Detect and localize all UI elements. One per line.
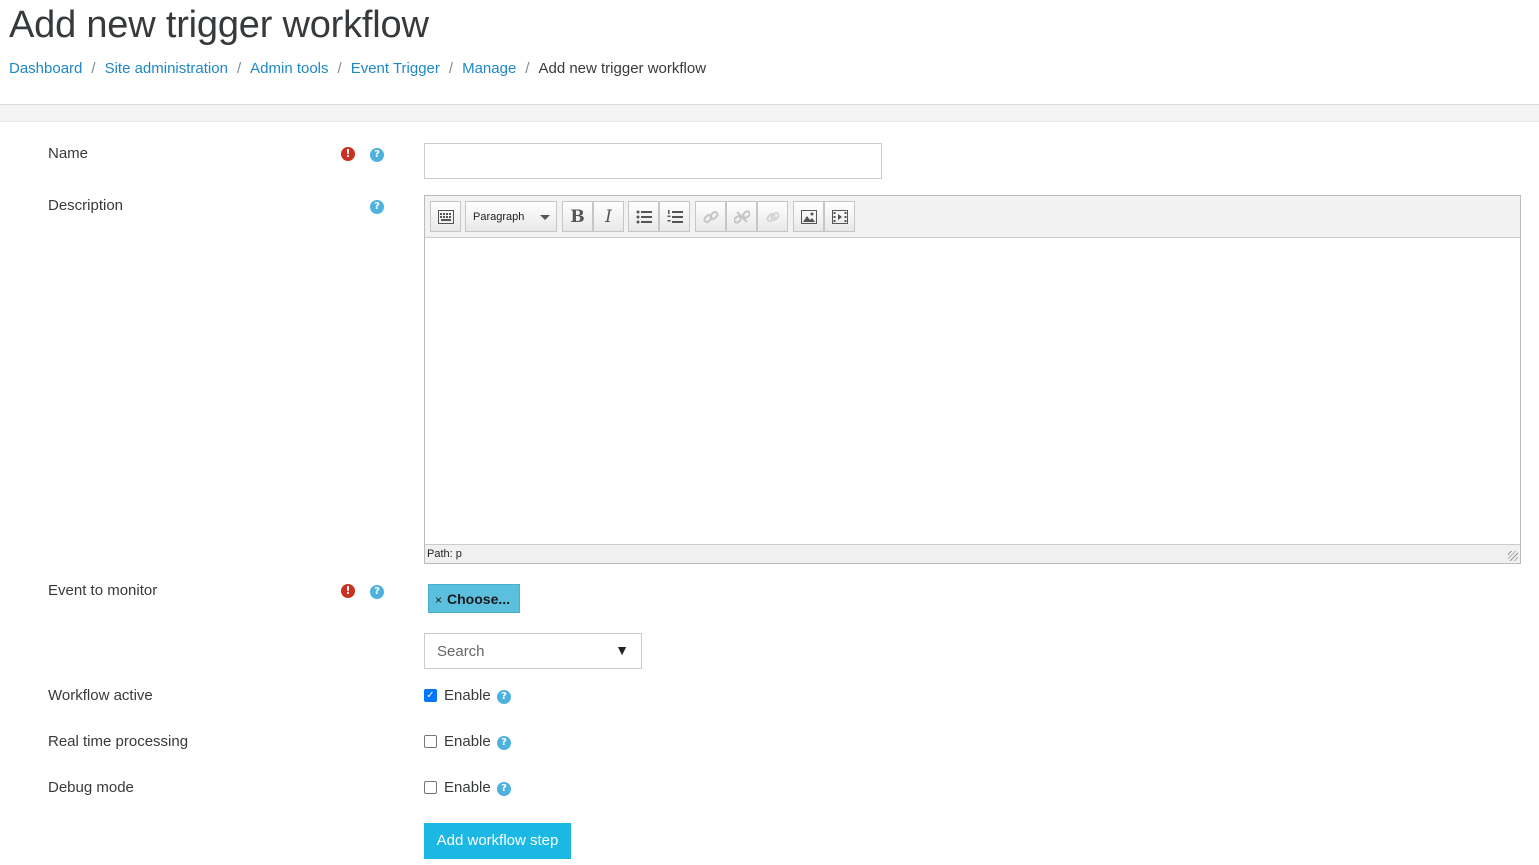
dropdown-arrow-icon: ▼ — [615, 642, 629, 658]
image-icon — [800, 209, 817, 224]
help-icon[interactable]: ? — [497, 736, 511, 750]
name-label: Name — [48, 145, 89, 162]
debug-checkbox[interactable] — [424, 781, 437, 794]
breadcrumb-dashboard[interactable]: Dashboard — [9, 60, 82, 77]
required-icon: ! — [341, 584, 355, 598]
help-icon[interactable]: ? — [370, 585, 384, 599]
toolbar-toggle-button[interactable] — [430, 201, 461, 232]
workflow-active-enable-label[interactable]: Enable — [444, 687, 491, 704]
help-icon[interactable]: ? — [497, 690, 511, 704]
realtime-label: Real time processing — [48, 733, 189, 750]
editor-content-area[interactable] — [425, 238, 1520, 544]
editor-statusbar: Path: p — [425, 544, 1520, 563]
search-placeholder: Search — [437, 643, 485, 660]
chevron-down-icon — [540, 215, 550, 220]
header-divider-band — [0, 104, 1539, 122]
remove-x-icon[interactable]: × — [435, 593, 442, 607]
link-icon — [702, 210, 719, 223]
workflow-active-checkbox[interactable]: ✓ — [424, 689, 437, 702]
film-icon — [831, 209, 848, 224]
unlink-icon — [733, 209, 750, 224]
debug-enable-label[interactable]: Enable — [444, 779, 491, 796]
ordered-list-button[interactable] — [659, 201, 690, 232]
breadcrumb: Dashboard / Site administration / Admin … — [9, 60, 706, 77]
name-input[interactable] — [424, 143, 882, 179]
anchor-button[interactable] — [757, 201, 788, 232]
realtime-enable-label[interactable]: Enable — [444, 733, 491, 750]
breadcrumb-event-trigger[interactable]: Event Trigger — [351, 60, 440, 77]
add-workflow-step-button[interactable]: Add workflow step — [424, 823, 571, 859]
help-icon[interactable]: ? — [370, 200, 384, 214]
breadcrumb-manage[interactable]: Manage — [462, 60, 516, 77]
breadcrumb-site-administration[interactable]: Site administration — [105, 60, 228, 77]
unordered-list-button[interactable] — [628, 201, 659, 232]
description-editor: Paragraph B I Path: p — [424, 195, 1521, 564]
editor-path: Path: p — [427, 548, 462, 560]
editor-toolbar: Paragraph B I — [425, 196, 1520, 238]
required-icon: ! — [341, 147, 355, 161]
event-label: Event to monitor — [48, 582, 158, 599]
description-label: Description — [48, 197, 124, 214]
insert-image-button[interactable] — [793, 201, 824, 232]
breadcrumb-separator: / — [525, 60, 530, 77]
breadcrumb-admin-tools[interactable]: Admin tools — [250, 60, 328, 77]
italic-button[interactable]: I — [593, 201, 624, 232]
help-icon[interactable]: ? — [370, 148, 384, 162]
event-search-select[interactable]: Search ▼ — [424, 633, 642, 669]
insert-media-button[interactable] — [824, 201, 855, 232]
debug-label: Debug mode — [48, 779, 134, 796]
breadcrumb-separator: / — [448, 60, 454, 77]
breadcrumb-separator: / — [91, 60, 96, 77]
help-icon[interactable]: ? — [497, 782, 511, 796]
keyboard-icon — [437, 209, 454, 224]
breadcrumb-current: Add new trigger workflow — [538, 60, 707, 77]
link-button[interactable] — [695, 201, 726, 232]
bullet-list-icon — [636, 210, 652, 223]
choose-label: Choose... — [447, 591, 511, 607]
paragraph-style-value: Paragraph — [473, 211, 525, 223]
choose-event-button[interactable]: × Choose... — [428, 584, 520, 613]
unlink-button[interactable] — [726, 201, 757, 232]
paragraph-style-select[interactable]: Paragraph — [465, 201, 557, 232]
resize-handle-icon[interactable] — [1508, 551, 1518, 561]
anchor-link-icon — [765, 211, 780, 222]
realtime-checkbox[interactable] — [424, 735, 437, 748]
workflow-active-label: Workflow active — [48, 687, 153, 704]
breadcrumb-separator: / — [337, 60, 342, 77]
page-title: Add new trigger workflow — [9, 4, 429, 46]
numbered-list-icon — [667, 209, 683, 223]
breadcrumb-separator: / — [236, 60, 242, 77]
bold-button[interactable]: B — [562, 201, 593, 232]
